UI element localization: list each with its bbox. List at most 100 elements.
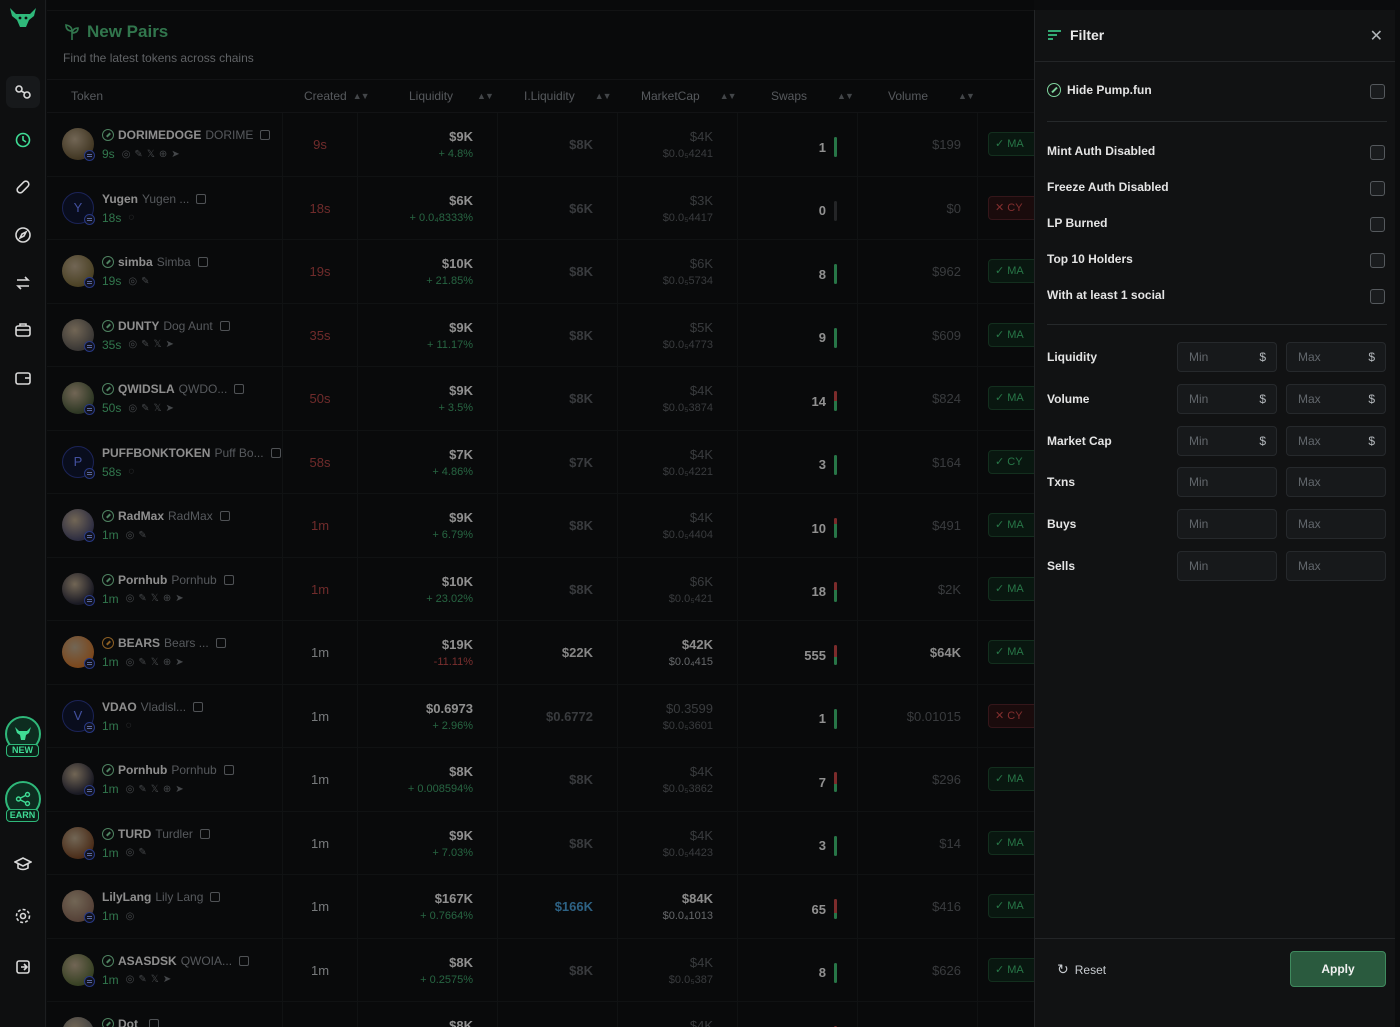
social-link-icon[interactable]: ➤	[166, 339, 174, 350]
promo-new[interactable]: NEW	[3, 716, 43, 774]
social-link-icon[interactable]: ➤	[166, 403, 174, 414]
scrollbar[interactable]	[1395, 0, 1400, 1027]
social-link-icon[interactable]: 𝕏	[151, 974, 159, 985]
table-row[interactable]: DORIMEDOGE DORIME 9s ◎ ✎ 𝕏 ⊕ ➤ 9s $9K + 4.8% $8K $4K…	[47, 113, 1034, 177]
social-link-icon[interactable]: ⊕	[163, 784, 171, 795]
social-link-icon[interactable]: ⊕	[159, 149, 167, 160]
copy-icon[interactable]	[223, 574, 234, 585]
range-max-input[interactable]: Max $	[1286, 342, 1386, 372]
social-link-icon[interactable]: 𝕏	[151, 593, 159, 604]
social-link-icon[interactable]: ◎	[128, 403, 137, 414]
social-link-icon[interactable]: ⊕	[163, 593, 171, 604]
copy-icon[interactable]	[193, 701, 204, 712]
link-pairs-icon[interactable]	[6, 76, 40, 108]
social-link-icon[interactable]: ◎	[126, 974, 135, 985]
range-max-input[interactable]: Max	[1286, 509, 1386, 540]
copy-icon[interactable]	[210, 892, 221, 902]
col-created[interactable]: Created ▲▼	[304, 89, 370, 103]
pill-icon[interactable]	[6, 171, 40, 203]
copy-icon[interactable]	[219, 320, 230, 331]
social-link-icon[interactable]: ✎	[138, 657, 146, 668]
social-link-icon[interactable]: ✎	[134, 149, 142, 160]
range-min-input[interactable]: Min $	[1177, 383, 1277, 414]
social-link-icon[interactable]: 𝕏	[153, 403, 161, 414]
briefcase-icon[interactable]	[6, 314, 40, 346]
social-link-icon[interactable]: ◌	[128, 212, 134, 223]
social-link-icon[interactable]: ◎	[126, 911, 135, 922]
copy-icon[interactable]	[149, 1019, 159, 1027]
graduation-cap-icon[interactable]	[6, 848, 40, 880]
social-link-icon[interactable]: 𝕏	[147, 149, 155, 160]
hide-pump-checkbox[interactable]	[1370, 84, 1385, 99]
table-row[interactable]: Pornhub Pornhub 1m ◎ ✎ 𝕏 ⊕ ➤ 1m $10K + 23.02% $8K $6…	[47, 557, 1034, 621]
social-link-icon[interactable]: ✎	[138, 847, 146, 858]
copy-icon[interactable]	[234, 384, 245, 394]
range-max-input[interactable]: Max $	[1286, 425, 1386, 456]
social-link-icon[interactable]: ◎	[126, 657, 135, 668]
social-link-icon[interactable]: ◎	[126, 593, 135, 604]
reset-button[interactable]: ↻ Reset	[1057, 961, 1106, 978]
social-link-icon[interactable]: ➤	[163, 974, 171, 985]
social-link-icon[interactable]: ➤	[171, 149, 179, 160]
range-min-input[interactable]: Min	[1177, 467, 1277, 498]
table-row[interactable]: DUNTY Dog Aunt 35s ◎ ✎ 𝕏 ➤ 35s $9K + 11.17% $8K $5K…	[47, 303, 1034, 367]
range-max-input[interactable]: Max	[1286, 467, 1386, 498]
social-link-icon[interactable]: ⊕	[163, 657, 171, 668]
filter-checkbox[interactable]	[1370, 289, 1385, 304]
table-row[interactable]: simba Simba 19s ◎ ✎ 19s $10K + 21.85% $8K $6K $0.0…	[47, 240, 1034, 304]
swap-icon[interactable]	[6, 267, 40, 299]
col-liquidity[interactable]: Liquidity ▲▼	[409, 89, 494, 103]
social-link-icon[interactable]: ◎	[126, 530, 135, 541]
social-link-icon[interactable]: ◎	[128, 339, 137, 350]
copy-icon[interactable]	[196, 193, 207, 204]
range-max-input[interactable]: Max	[1286, 551, 1386, 581]
social-link-icon[interactable]: ✎	[138, 974, 146, 985]
table-row[interactable]: LilyLang Lily Lang 1m ◎ 1m $167K + 0.7664% $166…	[47, 875, 1034, 939]
range-min-input[interactable]: Min $	[1177, 342, 1277, 372]
social-link-icon[interactable]: ✎	[138, 530, 146, 541]
social-link-icon[interactable]: ➤	[175, 784, 183, 795]
social-link-icon[interactable]: ✎	[141, 403, 149, 414]
compass-icon[interactable]	[6, 219, 40, 251]
promo-earn[interactable]: EARN	[3, 781, 43, 839]
social-link-icon[interactable]: ✎	[138, 593, 146, 604]
gear-icon[interactable]	[6, 900, 40, 932]
close-icon[interactable]: ✕	[1370, 26, 1383, 46]
social-link-icon[interactable]: ◎	[126, 784, 135, 795]
bull-logo-icon[interactable]	[6, 5, 40, 31]
copy-icon[interactable]	[223, 765, 234, 775]
social-link-icon[interactable]: 𝕏	[151, 657, 159, 668]
filter-checkbox[interactable]	[1370, 181, 1385, 196]
table-row[interactable]: RadMax RadMax 1m ◎ ✎ 1m $9K + 6.79% $8K $4K $0.0₅4…	[47, 494, 1034, 558]
table-row[interactable]: QWIDSLA QWDO... 50s ◎ ✎ 𝕏 ➤ 50s $9K + 3.5% $8K $4K $…	[47, 367, 1034, 431]
copy-icon[interactable]	[270, 447, 281, 458]
table-row[interactable]: Pornhub Pornhub 1m ◎ ✎ 𝕏 ⊕ ➤ 1m $8K + 0.008594% $8K…	[47, 748, 1034, 812]
wallet-icon[interactable]	[6, 362, 40, 394]
logout-icon[interactable]	[6, 951, 40, 983]
copy-icon[interactable]	[197, 257, 208, 267]
social-link-icon[interactable]: ➤	[175, 657, 183, 668]
social-link-icon[interactable]: ◌	[126, 720, 132, 731]
range-min-input[interactable]: Min $	[1177, 425, 1277, 456]
col-marketcap[interactable]: MarketCap ▲▼	[641, 89, 737, 103]
filter-checkbox[interactable]	[1370, 145, 1385, 160]
col-volume[interactable]: Volume ▲▼	[888, 89, 975, 103]
filter-checkbox[interactable]	[1370, 217, 1385, 232]
copy-icon[interactable]	[215, 638, 226, 648]
range-min-input[interactable]: Min	[1177, 551, 1277, 581]
col-swaps[interactable]: Swaps ▲▼	[771, 89, 854, 103]
social-link-icon[interactable]: ◌	[128, 466, 134, 477]
social-link-icon[interactable]: 𝕏	[151, 784, 159, 795]
col-iliquidity[interactable]: I.Liquidity ▲▼	[524, 89, 612, 103]
copy-icon[interactable]	[260, 130, 271, 140]
history-icon[interactable]	[6, 124, 40, 156]
copy-icon[interactable]	[239, 955, 250, 966]
table-row[interactable]: V VDAO Vladisl... 1m ◌ 1m $0.6973 + 2.96% $0.677…	[47, 684, 1034, 748]
table-row[interactable]: ASASDSK QWOIA... 1m ◎ ✎ 𝕏 ➤ 1m $8K + 0.2575% $8K $4…	[47, 938, 1034, 1002]
social-link-icon[interactable]: ➤	[175, 593, 183, 604]
range-max-input[interactable]: Max $	[1286, 383, 1386, 414]
social-link-icon[interactable]: ✎	[141, 339, 149, 350]
apply-button[interactable]: Apply	[1290, 951, 1386, 987]
social-link-icon[interactable]: ◎	[126, 847, 135, 858]
copy-icon[interactable]	[219, 511, 230, 521]
